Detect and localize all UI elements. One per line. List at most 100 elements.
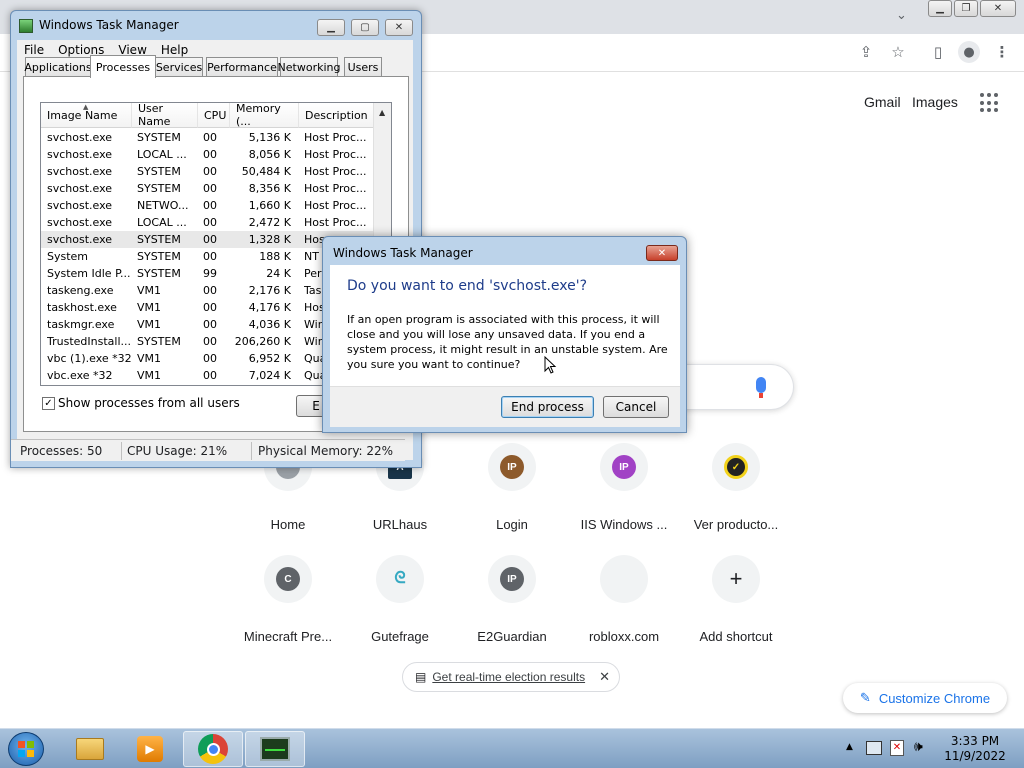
profile-icon[interactable]: ● bbox=[958, 41, 980, 63]
tab-users[interactable]: Users bbox=[344, 57, 382, 76]
table-cell: 00 bbox=[203, 352, 217, 365]
table-cell: LOCAL ... bbox=[137, 148, 187, 161]
system-clock[interactable]: 3:33 PM 11/9/2022 bbox=[940, 734, 1010, 764]
ip-icon: IP bbox=[612, 455, 636, 479]
shortcut-label: Home bbox=[270, 517, 306, 532]
column-header[interactable]: CPU bbox=[198, 103, 230, 128]
taskmgr-app-icon bbox=[19, 19, 33, 33]
start-button[interactable] bbox=[8, 732, 44, 766]
table-cell: SYSTEM bbox=[137, 233, 181, 246]
volume-icon[interactable]: 🕪 bbox=[914, 739, 923, 755]
table-cell: 00 bbox=[203, 148, 217, 161]
table-cell: VM1 bbox=[137, 301, 162, 314]
explorer-taskbar-button[interactable] bbox=[60, 731, 120, 767]
apps-grid-icon[interactable] bbox=[980, 93, 1000, 113]
scroll-up-icon[interactable]: ▲ bbox=[379, 108, 385, 117]
customize-chrome-button[interactable]: ✎ Customize Chrome bbox=[843, 683, 1007, 713]
election-link[interactable]: Get real-time election results bbox=[432, 670, 585, 684]
show-all-label: Show processes from all users bbox=[58, 396, 240, 410]
table-cell: 24 K bbox=[266, 267, 291, 280]
table-cell: 99 bbox=[203, 267, 217, 280]
taskbar: ▶ ▲ ✕ 🕪 3:33 PM 11/9/2022 bbox=[0, 728, 1024, 768]
end-process-button[interactable]: End process bbox=[501, 396, 594, 418]
restore-icon[interactable]: ❐ bbox=[954, 0, 978, 17]
table-row[interactable]: svchost.exe SYSTEM 00 50,484 K Host Proc... bbox=[41, 163, 375, 180]
tab-processes[interactable]: Processes bbox=[90, 55, 156, 78]
table-cell: 00 bbox=[203, 250, 217, 263]
shortcut-circle: IP bbox=[488, 555, 536, 603]
table-row[interactable]: svchost.exe SYSTEM 00 5,136 K Host Proc... bbox=[41, 129, 375, 146]
table-row[interactable]: svchost.exe LOCAL ... 00 8,056 K Host Proc..… bbox=[41, 146, 375, 163]
show-hidden-icons[interactable]: ▲ bbox=[846, 742, 853, 752]
tab-performance[interactable]: Performance bbox=[206, 57, 278, 76]
show-all-users-option[interactable]: ✓ Show processes from all users bbox=[42, 396, 240, 410]
taskmgr-taskbar-button[interactable] bbox=[245, 731, 305, 767]
table-cell: 00 bbox=[203, 335, 217, 348]
close-icon[interactable]: ✕ bbox=[385, 19, 413, 36]
menu-kebab-icon[interactable]: ⋮ bbox=[990, 40, 1014, 64]
table-cell: SYSTEM bbox=[137, 165, 181, 178]
close-icon[interactable]: ✕ bbox=[980, 0, 1016, 17]
taskmgr-icon bbox=[260, 737, 290, 761]
dialog-message: If an open program is associated with th… bbox=[347, 313, 668, 371]
table-row[interactable]: svchost.exe NETWO... 00 1,660 K Host Proc... bbox=[41, 197, 375, 214]
images-link[interactable]: Images bbox=[912, 94, 958, 110]
shortcut-tile[interactable]: ᘓ Gutefrage bbox=[344, 555, 456, 665]
folder-icon bbox=[76, 738, 104, 760]
table-cell: 00 bbox=[203, 165, 217, 178]
menu-file[interactable]: File bbox=[24, 43, 44, 57]
shortcut-label: Login bbox=[496, 517, 528, 532]
table-cell: 1,328 K bbox=[248, 233, 291, 246]
close-icon[interactable]: ✕ bbox=[646, 245, 678, 261]
action-center-icon[interactable]: ✕ bbox=[890, 740, 904, 756]
table-cell: Host Proc... bbox=[304, 199, 367, 212]
tab-search-icon[interactable]: ⌄ bbox=[896, 8, 907, 23]
table-cell: vbc.exe *32 bbox=[47, 369, 113, 382]
table-cell: 7,024 K bbox=[248, 369, 291, 382]
side-panel-icon[interactable]: ▯ bbox=[926, 40, 950, 64]
media-player-taskbar-button[interactable]: ▶ bbox=[120, 731, 180, 767]
microphone-icon[interactable] bbox=[756, 377, 766, 393]
chrome-taskbar-button[interactable] bbox=[183, 731, 243, 767]
table-cell: 2,176 K bbox=[248, 284, 291, 297]
show-all-checkbox[interactable]: ✓ bbox=[42, 396, 55, 410]
table-cell: svchost.exe bbox=[47, 233, 113, 246]
minimize-icon[interactable]: ▁ bbox=[928, 0, 952, 17]
network-icon[interactable] bbox=[866, 741, 882, 755]
shortcut-tile[interactable]: IP E2Guardian bbox=[456, 555, 568, 665]
shortcut-tile[interactable]: IP IIS Windows ... bbox=[568, 443, 680, 553]
bookmark-star-icon[interactable]: ☆ bbox=[886, 40, 910, 64]
minimize-icon[interactable]: ▁ bbox=[317, 19, 345, 36]
shortcut-tile[interactable]: + Add shortcut bbox=[680, 555, 792, 665]
menu-help[interactable]: Help bbox=[161, 43, 188, 57]
table-cell: LOCAL ... bbox=[137, 216, 187, 229]
maximize-icon[interactable]: ▢ bbox=[351, 19, 379, 36]
table-cell: Host Proc... bbox=[304, 148, 367, 161]
shortcut-tile[interactable]: robloxx.com bbox=[568, 555, 680, 665]
table-cell: 50,484 K bbox=[241, 165, 291, 178]
table-row[interactable]: svchost.exe SYSTEM 00 8,356 K Host Proc... bbox=[41, 180, 375, 197]
tab-services[interactable]: Services bbox=[155, 57, 203, 76]
table-row[interactable]: svchost.exe LOCAL ... 00 2,472 K Host Proc..… bbox=[41, 214, 375, 231]
tab-networking[interactable]: Networking bbox=[278, 57, 340, 76]
dismiss-icon[interactable]: ✕ bbox=[599, 669, 610, 685]
cpu-usage: CPU Usage: 21% bbox=[127, 444, 228, 458]
dialog-heading: Do you want to end 'svchost.exe'? bbox=[347, 278, 588, 294]
column-header[interactable]: User Name bbox=[132, 103, 198, 128]
shortcut-tile[interactable]: C Minecraft Pre... bbox=[232, 555, 344, 665]
share-icon[interactable]: ⇪ bbox=[854, 40, 878, 64]
status-bar: Processes: 50 CPU Usage: 21% Physical Me… bbox=[11, 439, 405, 461]
shortcut-label: Gutefrage bbox=[371, 629, 429, 644]
dialog-title: Windows Task Manager bbox=[333, 246, 473, 260]
gmail-link[interactable]: Gmail bbox=[864, 94, 901, 110]
shortcut-tile[interactable]: IP Login bbox=[456, 443, 568, 553]
table-cell: Host Proc... bbox=[304, 131, 367, 144]
end-process-dialog: Windows Task Manager ✕ Do you want to en… bbox=[322, 236, 687, 433]
shortcut-tile[interactable]: ✓ Ver producto... bbox=[680, 443, 792, 553]
column-header[interactable]: Description bbox=[299, 103, 375, 128]
ballot-icon: ▤ bbox=[415, 670, 427, 684]
column-header[interactable]: Memory (... bbox=[230, 103, 299, 128]
tab-applications[interactable]: Applications bbox=[24, 57, 92, 76]
cancel-button[interactable]: Cancel bbox=[603, 396, 669, 418]
plus-icon: + bbox=[729, 566, 743, 591]
